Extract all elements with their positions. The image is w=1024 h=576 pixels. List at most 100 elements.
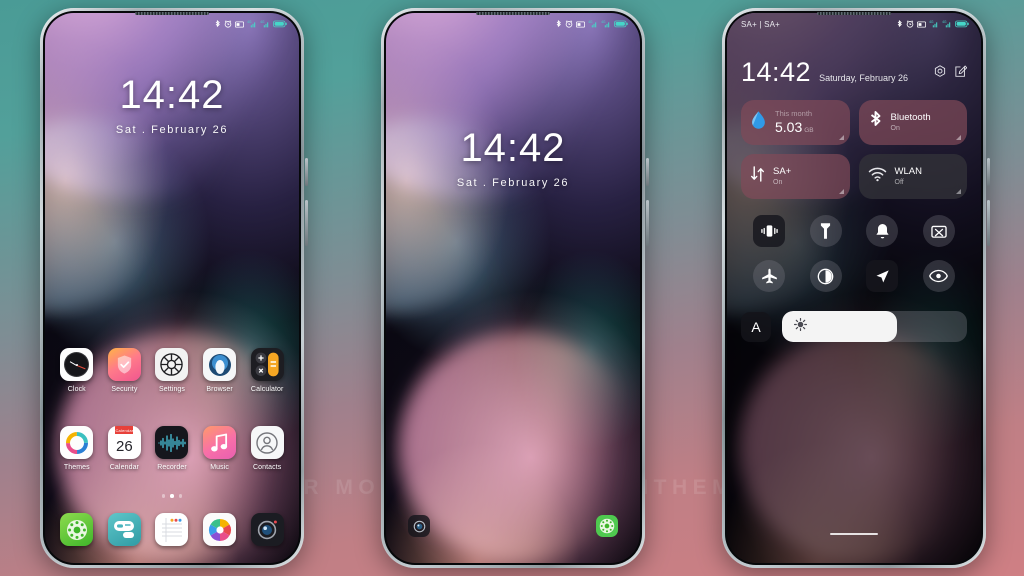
app-contacts[interactable]: Contacts (243, 426, 291, 471)
dock-item-notes[interactable] (148, 513, 196, 546)
auto-brightness-button[interactable]: A (741, 311, 771, 342)
flashlight-toggle[interactable] (809, 215, 842, 247)
alarm-icon (565, 20, 573, 28)
brightness-slider[interactable] (782, 311, 967, 342)
app-calendar[interactable]: Calendar 26 Calendar (101, 426, 149, 471)
signal-4g-2-icon: 4G (601, 20, 610, 28)
screenshot-toggle[interactable] (922, 215, 955, 247)
app-clock[interactable]: Clock (53, 348, 101, 393)
svg-text:4G: 4G (601, 20, 606, 24)
control-center-header: 14:42 Saturday, February 26 (741, 57, 968, 87)
cc-toggles (741, 215, 967, 292)
bluetooth-icon (556, 19, 561, 27)
tile-expand-corner[interactable] (838, 189, 844, 194)
airplane-toggle[interactable] (753, 260, 786, 292)
app-themes[interactable]: Themes (53, 426, 101, 471)
app-calculator[interactable]: Calculator (243, 348, 291, 393)
app-label: Contacts (252, 464, 282, 471)
phone-home-screen: 4G 4G 14:42 Sat . February 26 Clock Secu… (40, 8, 308, 568)
camera-icon (250, 513, 284, 546)
power-button[interactable] (305, 200, 308, 246)
app-label: Calculator (250, 386, 284, 393)
dark-mode-toggle[interactable] (809, 260, 842, 292)
status-carrier: SA+ | SA+ (741, 19, 781, 29)
wallpaper (386, 13, 640, 563)
app-music[interactable]: Music (196, 426, 244, 471)
eye-icon (929, 269, 949, 283)
clock-date: Sat . February 26 (115, 124, 229, 136)
app-label: Music (210, 464, 229, 471)
waveform-icon (155, 426, 189, 459)
signal-4g-2-icon: 4G (942, 20, 951, 28)
calendar-month: Calendar (115, 426, 134, 434)
tile-wlan[interactable]: WLAN Off (858, 154, 967, 199)
sim-icon (917, 21, 926, 27)
themes-ring-icon (60, 426, 94, 459)
status-icons: 4G 4G (215, 19, 287, 29)
cc-header-actions (934, 65, 968, 86)
torch-shortcut[interactable] (596, 515, 618, 537)
drag-handle[interactable] (830, 532, 878, 535)
tile-expand-corner[interactable] (956, 189, 961, 194)
status-icons: 4G 4G (556, 19, 628, 29)
location-arrow-icon (876, 269, 889, 282)
calendar-day: 26 (116, 437, 133, 455)
phone2-clock-widget[interactable]: 14:42 Sat . February 26 (386, 128, 640, 189)
vibrate-toggle[interactable] (753, 215, 786, 247)
phone1-status-bar: 4G 4G (45, 13, 299, 35)
control-center-panel: 14:42 Saturday, February 26 5.03 GB This… (727, 13, 981, 563)
bluetooth-icon (868, 110, 883, 136)
app-label: Themes (63, 464, 90, 471)
app-recorder[interactable]: Recorder (148, 426, 196, 471)
cc-date: Saturday, February 26 (819, 73, 908, 83)
dock-item-phone[interactable] (53, 513, 101, 546)
earpiece-speaker (135, 12, 209, 15)
dock-item-camera[interactable] (243, 513, 291, 546)
app-browser[interactable]: Browser (196, 348, 244, 393)
app-label: Settings (158, 386, 186, 393)
dock-item-messages[interactable] (101, 513, 149, 546)
svg-text:4G: 4G (247, 20, 252, 24)
tile-bluetooth[interactable]: Bluetooth On (858, 100, 967, 145)
tile-expand-corner[interactable] (838, 135, 844, 140)
edit-icon[interactable] (955, 65, 968, 83)
app-settings[interactable]: Settings (148, 348, 196, 393)
page-dot-active[interactable] (170, 494, 174, 498)
clock-date: Sat . February 26 (456, 177, 570, 189)
volume-button[interactable] (646, 158, 649, 186)
app-label: Browser (206, 386, 233, 393)
sun-icon (793, 317, 808, 336)
tile-mobile-data[interactable]: SA+ On (741, 154, 850, 199)
contrast-circle-icon (817, 268, 834, 284)
vibrate-icon (761, 225, 778, 237)
page-indicator[interactable] (45, 494, 299, 498)
cc-time: 14:42 (741, 57, 812, 87)
message-bubble-icon (107, 513, 141, 546)
app-label: Security (111, 386, 138, 393)
phone1-clock-widget[interactable]: 14:42 Sat . February 26 (45, 75, 299, 136)
ringer-toggle[interactable] (866, 215, 899, 247)
tile-data-usage[interactable]: 5.03 GB This month (741, 100, 850, 145)
camera-shortcut[interactable] (408, 515, 430, 537)
power-button[interactable] (987, 200, 990, 246)
battery-icon (955, 20, 969, 28)
dock-item-gallery[interactable] (196, 513, 244, 546)
app-security[interactable]: Security (101, 348, 149, 393)
volume-button[interactable] (987, 158, 990, 186)
shield-check-icon (107, 348, 141, 381)
power-button[interactable] (646, 200, 649, 246)
sim-icon (235, 21, 244, 27)
page-dot[interactable] (161, 494, 166, 498)
volume-button[interactable] (305, 158, 308, 186)
reading-mode-toggle[interactable] (922, 260, 955, 292)
svg-text:4G: 4G (942, 20, 947, 24)
page-dot[interactable] (178, 494, 183, 498)
tile-subtitle: This month (775, 108, 813, 118)
location-toggle[interactable] (866, 260, 899, 292)
tile-unit: GB (804, 126, 814, 134)
settings-hex-icon[interactable] (934, 65, 946, 83)
tile-expand-corner[interactable] (956, 135, 961, 140)
tile-subtitle: Off (894, 178, 904, 186)
dock (53, 513, 291, 546)
clock-time: 14:42 (119, 73, 225, 117)
